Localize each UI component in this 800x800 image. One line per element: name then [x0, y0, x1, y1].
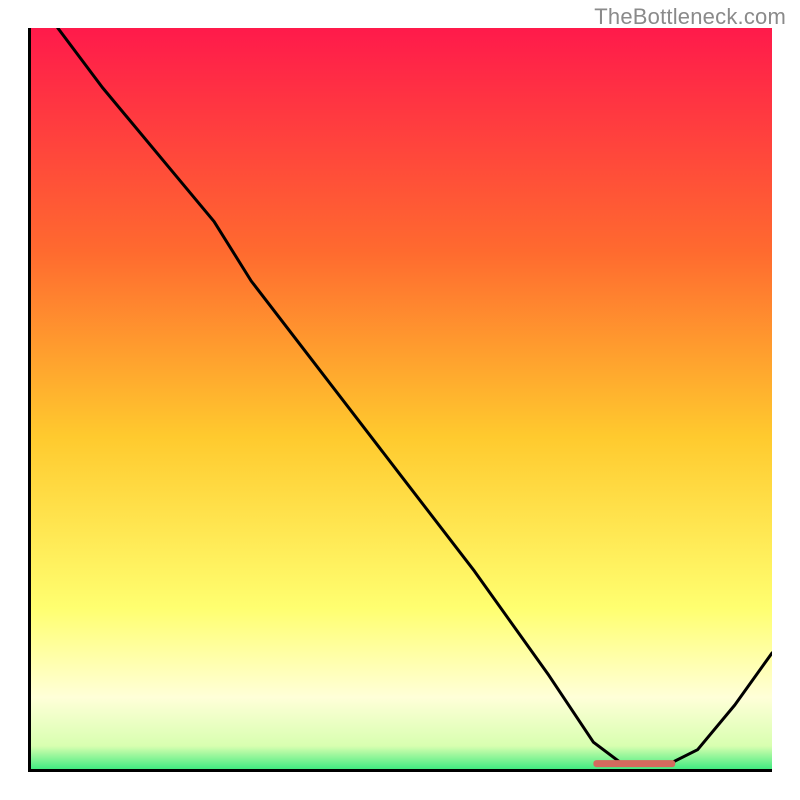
x-axis: [28, 769, 772, 772]
gradient-background: [28, 28, 772, 772]
y-axis: [28, 28, 31, 772]
watermark-text: TheBottleneck.com: [594, 4, 786, 30]
chart-container: { "watermark": "TheBottleneck.com", "col…: [0, 0, 800, 800]
optimal-range-marker: [593, 760, 675, 767]
chart-svg: [28, 28, 772, 772]
